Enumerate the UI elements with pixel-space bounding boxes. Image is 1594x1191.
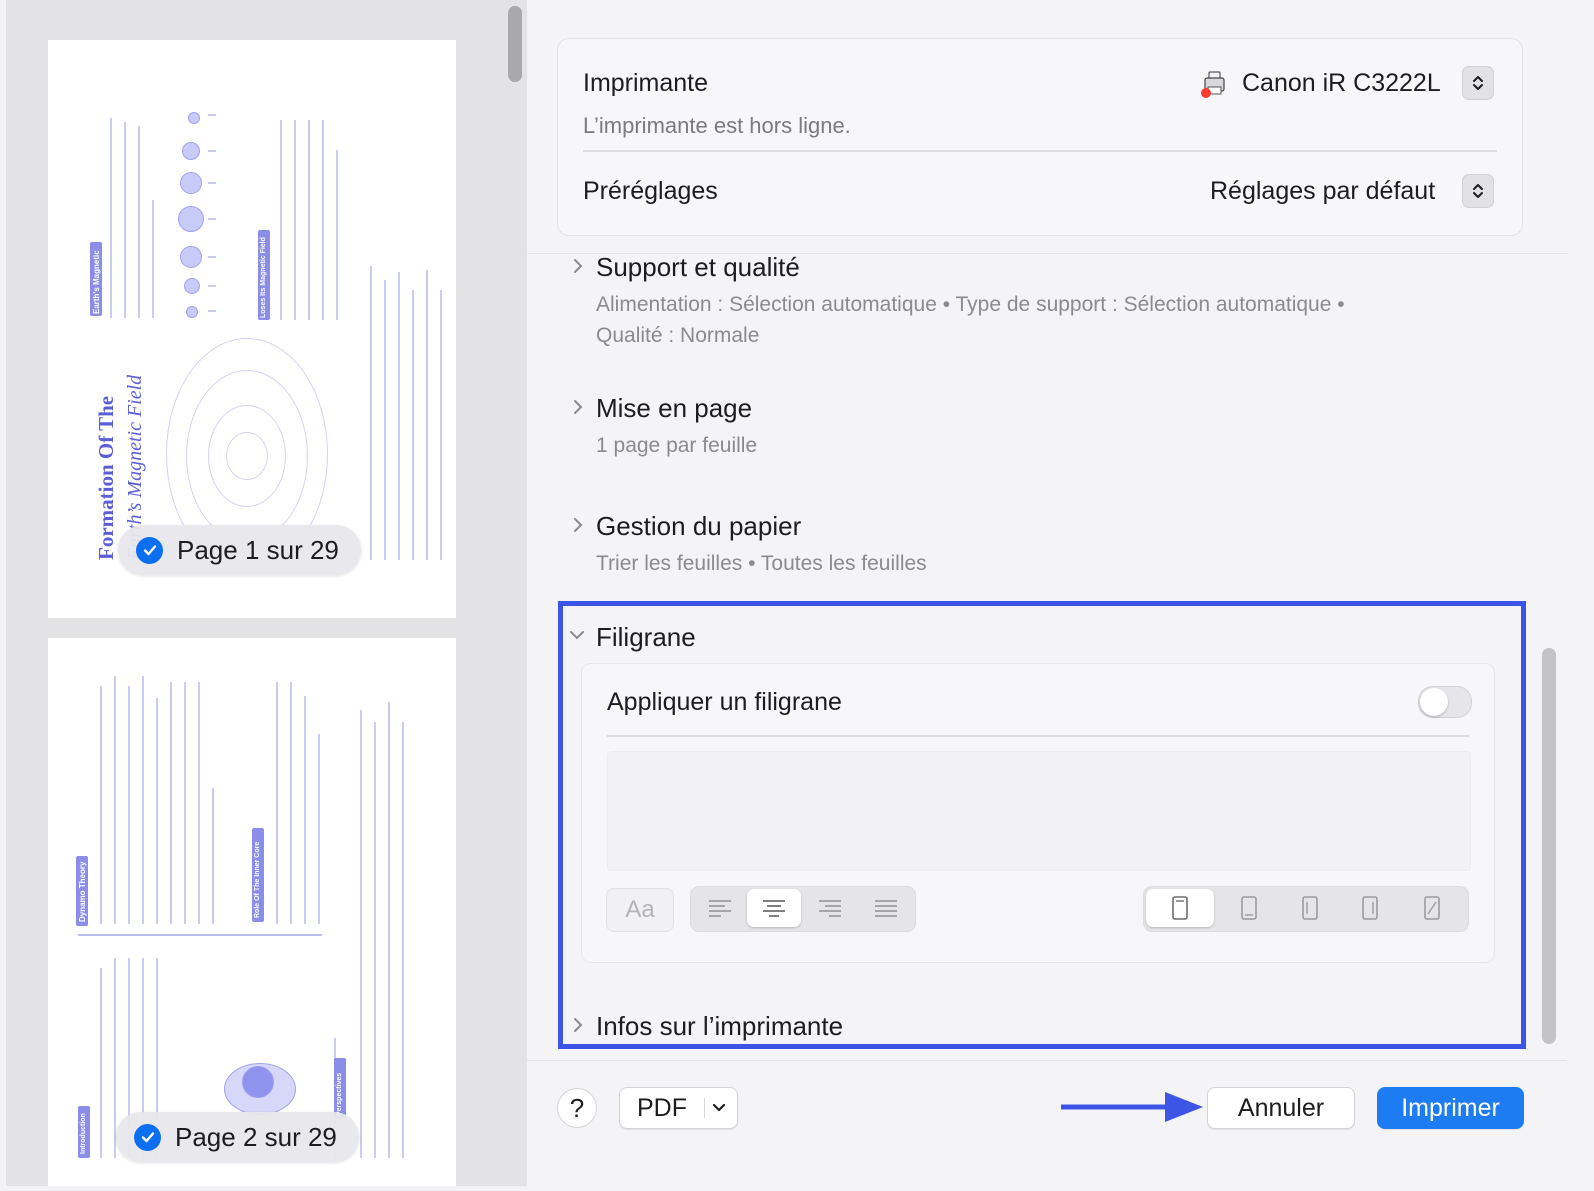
planet-icon xyxy=(186,306,198,318)
preview-heading: Perspectives xyxy=(336,1072,343,1116)
page-2-label: Page 2 sur 29 xyxy=(175,1121,337,1152)
preview-scrollbar[interactable] xyxy=(508,6,522,82)
preview-title: Formation Of The xyxy=(94,395,118,560)
arrow-annotation-icon xyxy=(1061,1092,1203,1122)
print-dialog: Formation Of The Earth’s Magnetic Field … xyxy=(0,0,1594,1191)
planet-icon xyxy=(180,246,202,268)
printer-stepper[interactable] xyxy=(1462,66,1494,100)
section-media-title[interactable]: Support et qualité xyxy=(596,252,800,283)
chevron-up-down-icon xyxy=(1473,76,1483,90)
preview-pane[interactable]: Formation Of The Earth’s Magnetic Field … xyxy=(6,0,527,1186)
chevron-down-icon xyxy=(712,1103,726,1112)
presets-stepper[interactable] xyxy=(1462,174,1494,208)
section-media-summary-2: Qualité : Normale xyxy=(596,324,760,347)
section-media-summary: Alimentation : Sélection automatique • T… xyxy=(596,293,1345,316)
preview-heading: Role Of The Inner Core xyxy=(254,841,261,918)
pdf-label: PDF xyxy=(637,1093,687,1122)
section-layout-summary: 1 page par feuille xyxy=(596,434,758,457)
preview-heading: Loses Its Magnetic Field xyxy=(260,237,267,318)
settings-scrollbar[interactable] xyxy=(1542,648,1556,1044)
printer-name[interactable]: Canon iR C3222L xyxy=(1242,69,1441,98)
presets-label: Préréglages xyxy=(583,177,718,205)
pdf-separator xyxy=(704,1098,705,1118)
section-layout-title[interactable]: Mise en page xyxy=(596,393,752,424)
presets-value[interactable]: Réglages par défaut xyxy=(1210,177,1435,206)
chevron-right-icon[interactable] xyxy=(571,515,585,535)
chevron-right-icon[interactable] xyxy=(571,397,585,417)
checkmark-icon xyxy=(134,1123,161,1151)
printer-status: L’imprimante est hors ligne. xyxy=(583,113,851,138)
printer-label: Imprimante xyxy=(583,69,709,97)
page-1-label: Page 1 sur 29 xyxy=(177,534,339,565)
checkmark-icon xyxy=(136,536,163,564)
planet-icon xyxy=(178,206,204,232)
settings-panel: Imprimante Canon iR C3222L L’imprimante … xyxy=(527,0,1567,1186)
print-button[interactable]: Imprimer xyxy=(1377,1087,1524,1129)
page-2-indicator[interactable]: Page 2 sur 29 xyxy=(116,1112,359,1162)
preview-heading: Introduction xyxy=(80,1113,87,1154)
watermark-highlight-frame xyxy=(558,601,1526,1049)
planet-icon xyxy=(182,142,200,160)
help-button[interactable]: ? xyxy=(557,1088,597,1128)
card-divider xyxy=(583,150,1497,152)
printer-card: Imprimante Canon iR C3222L L’imprimante … xyxy=(557,38,1523,236)
page-thumbnail-2[interactable]: Dynamo Theory Role Of The Inner Core Per… xyxy=(48,638,456,1186)
page-1-indicator[interactable]: Page 1 sur 29 xyxy=(118,525,361,575)
planet-icon xyxy=(188,112,200,124)
preview-heading: Earth's Magnetic xyxy=(92,250,101,314)
section-paper-title[interactable]: Gestion du papier xyxy=(596,511,801,542)
planet-icon xyxy=(184,278,200,294)
preview-heading: Dynamo Theory xyxy=(78,861,87,922)
cancel-button[interactable]: Annuler xyxy=(1207,1087,1355,1129)
chevron-up-down-icon xyxy=(1473,184,1483,198)
planet-icon xyxy=(180,172,202,194)
printer-icon xyxy=(1199,69,1229,99)
card-top-shadow xyxy=(527,236,1567,254)
pdf-menu-button[interactable]: PDF xyxy=(619,1087,738,1129)
section-paper-summary: Trier les feuilles • Toutes les feuilles xyxy=(596,552,927,575)
chevron-right-icon[interactable] xyxy=(571,256,585,276)
